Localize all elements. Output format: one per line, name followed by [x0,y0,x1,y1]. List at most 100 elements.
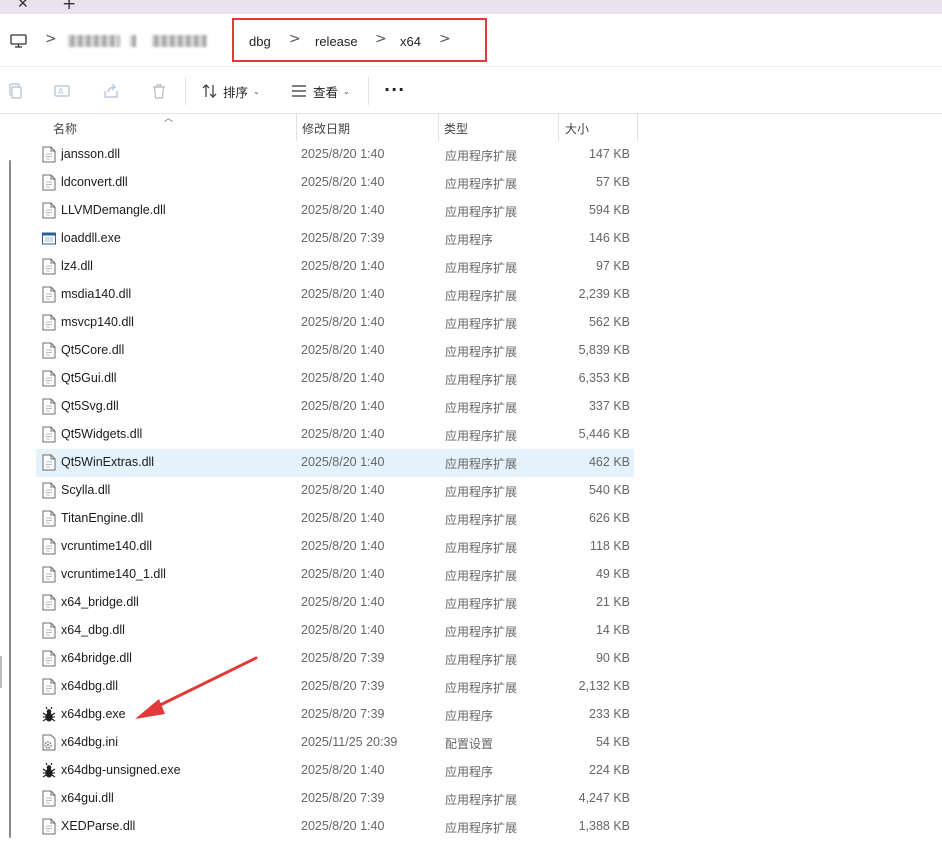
file-date: 2025/8/20 1:40 [301,763,385,777]
file-row[interactable]: msdia140.dll 2025/8/20 1:40 应用程序扩展 2,239 KB [36,281,634,309]
file-size: 337 KB [588,399,630,413]
file-size: 54 KB [595,735,630,749]
file-size: 594 KB [588,203,630,217]
file-name: Qt5Gui.dll [61,371,117,385]
file-row[interactable]: x64dbg.exe 2025/8/20 7:39 应用程序 233 KB [36,701,634,729]
file-type: 应用程序扩展 [445,569,518,583]
file-row[interactable]: lz4.dll 2025/8/20 1:40 应用程序扩展 97 KB [36,253,634,281]
file-row[interactable]: vcruntime140.dll 2025/8/20 1:40 应用程序扩展 118 … [36,533,634,561]
file-row[interactable]: Qt5Widgets.dll 2025/8/20 1:40 应用程序扩展 5,446 … [36,421,634,449]
file-row[interactable]: Qt5Core.dll 2025/8/20 1:40 应用程序扩展 5,839 KB [36,337,634,365]
file-row[interactable]: x64_bridge.dll 2025/8/20 1:40 应用程序扩展 21 KB [36,589,634,617]
address-bar[interactable]: > dbg > release > x64 > [0,14,942,67]
file-row[interactable]: LLVMDemangle.dll 2025/8/20 1:40 应用程序扩展 594 … [36,197,634,225]
column-divider[interactable] [637,114,638,141]
file-name: LLVMDemangle.dll [61,203,166,217]
file-row[interactable]: jansson.dll 2025/8/20 1:40 应用程序扩展 147 KB [36,141,634,169]
file-name: x64dbg-unsigned.exe [61,763,181,777]
file-type: 应用程序扩展 [445,625,518,639]
copy-icon[interactable] [7,83,23,99]
close-tab-icon[interactable]: ✕ [17,0,29,12]
file-size: 57 KB [595,175,630,189]
file-name: msdia140.dll [61,287,132,301]
delete-icon[interactable] [151,83,167,99]
file-row[interactable]: x64dbg.dll 2025/8/20 7:39 应用程序扩展 2,132 KB [36,673,634,701]
breadcrumb-release[interactable]: release [315,34,358,49]
file-size: 118 KB [589,539,630,553]
file-name: vcruntime140_1.dll [61,567,166,581]
chevron-down-icon: ⌄ [253,86,260,96]
file-size: 14 KB [595,623,630,637]
column-header-name[interactable]: 名称 [53,120,77,137]
file-name: XEDParse.dll [61,819,136,833]
file-row[interactable]: msvcp140.dll 2025/8/20 1:40 应用程序扩展 562 KB [36,309,634,337]
column-divider[interactable] [438,114,439,141]
file-type: 应用程序扩展 [445,345,518,359]
redacted-breadcrumb[interactable] [152,35,207,47]
file-date: 2025/8/20 1:40 [301,259,385,273]
file-row[interactable]: x64_dbg.dll 2025/8/20 1:40 应用程序扩展 14 KB [36,617,634,645]
file-type: 配置设置 [445,737,494,751]
file-row[interactable]: x64dbg-unsigned.exe 2025/8/20 1:40 应用程序 224… [36,757,634,785]
file-name: Qt5Svg.dll [61,399,119,413]
column-divider[interactable] [296,114,297,141]
file-row[interactable]: Scylla.dll 2025/8/20 1:40 应用程序扩展 540 KB [36,477,634,505]
breadcrumb-separator-icon[interactable]: > [375,31,387,47]
file-date: 2025/11/25 20:39 [301,735,398,749]
file-row[interactable]: Qt5Gui.dll 2025/8/20 1:40 应用程序扩展 6,353 KB [36,365,634,393]
breadcrumb-separator-icon[interactable]: > [289,31,301,47]
navigation-scrollbar[interactable] [9,160,11,838]
chevron-down-icon: ⌄ [343,86,350,96]
redacted-breadcrumb[interactable] [68,35,120,47]
more-options-button[interactable]: ··· [384,80,405,99]
file-size: 462 KB [588,455,630,469]
breadcrumb-dbg[interactable]: dbg [249,34,271,49]
breadcrumb-separator-icon[interactable]: > [439,31,451,47]
breadcrumb-x64[interactable]: x64 [400,34,421,49]
file-date: 2025/8/20 1:40 [301,511,385,525]
dll-file-icon [42,258,56,275]
file-row[interactable]: x64bridge.dll 2025/8/20 7:39 应用程序扩展 90 KB [36,645,634,673]
rename-icon[interactable]: A [54,83,70,99]
file-row[interactable]: x64dbg.ini 2025/11/25 20:39 配置设置 54 KB [36,729,634,757]
navigation-scroll-thumb[interactable] [0,656,2,688]
file-date: 2025/8/20 1:40 [301,427,385,441]
dll-file-icon [42,454,56,471]
breadcrumb-separator-icon[interactable]: > [45,31,57,47]
view-icon [292,85,306,97]
file-row[interactable]: XEDParse.dll 2025/8/20 1:40 应用程序扩展 1,388 KB [36,813,634,841]
file-row[interactable]: x64gui.dll 2025/8/20 7:39 应用程序扩展 4,247 KB [36,785,634,813]
this-pc-icon[interactable] [10,34,27,48]
file-type: 应用程序扩展 [445,793,518,807]
column-divider[interactable] [558,114,559,141]
column-header-size[interactable]: 大小 [565,120,589,137]
file-type: 应用程序 [445,709,494,723]
dll-file-icon [42,146,56,163]
file-type: 应用程序扩展 [445,317,518,331]
file-size: 21 KB [595,595,630,609]
file-size: 562 KB [588,315,630,329]
file-date: 2025/8/20 1:40 [301,287,385,301]
sort-button[interactable]: 排序 ⌄ [202,81,260,101]
dll-file-icon [42,482,56,499]
new-tab-icon[interactable]: + [62,0,76,14]
file-date: 2025/8/20 1:40 [301,483,385,497]
file-row[interactable]: Qt5WinExtras.dll 2025/8/20 1:40 应用程序扩展 462 … [36,449,634,477]
file-size: 2,239 KB [578,287,630,301]
dll-file-icon [42,594,56,611]
file-type: 应用程序扩展 [445,513,518,527]
column-header-date[interactable]: 修改日期 [302,120,350,137]
share-icon[interactable] [103,83,119,99]
file-date: 2025/8/20 7:39 [301,651,385,665]
file-row[interactable]: TitanEngine.dll 2025/8/20 1:40 应用程序扩展 626 K… [36,505,634,533]
file-date: 2025/8/20 1:40 [301,399,385,413]
file-type: 应用程序扩展 [445,821,518,835]
file-row[interactable]: Qt5Svg.dll 2025/8/20 1:40 应用程序扩展 337 KB [36,393,634,421]
file-row[interactable]: vcruntime140_1.dll 2025/8/20 1:40 应用程序扩展 49… [36,561,634,589]
file-date: 2025/8/20 1:40 [301,175,385,189]
file-row[interactable]: loaddll.exe 2025/8/20 7:39 应用程序 146 KB [36,225,634,253]
view-button[interactable]: 查看 ⌄ [291,81,350,101]
column-header-type[interactable]: 类型 [444,120,468,137]
file-date: 2025/8/20 1:40 [301,203,385,217]
file-row[interactable]: ldconvert.dll 2025/8/20 1:40 应用程序扩展 57 KB [36,169,634,197]
